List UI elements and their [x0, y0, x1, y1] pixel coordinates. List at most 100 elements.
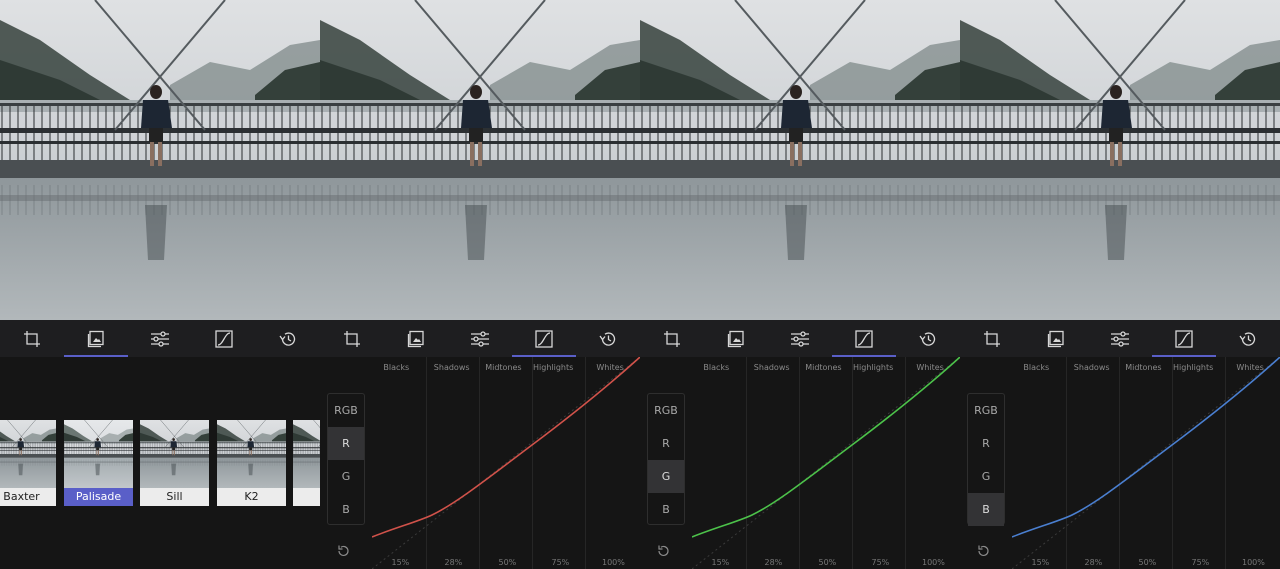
- tool-content: RGB R G B Blacks Shadows Midtones Highlights Whi…: [320, 357, 640, 569]
- filter-thumbnail-sill[interactable]: Sill: [140, 420, 209, 506]
- filters-panel: Baxter Palisade Sill K2: [0, 0, 320, 569]
- edit-toolbar: [320, 320, 640, 357]
- channel-rgb-button[interactable]: RGB: [648, 394, 684, 427]
- tone-curve-line[interactable]: [692, 357, 960, 538]
- tool-crop-button[interactable]: [960, 320, 1024, 357]
- filter-label: Sill: [140, 488, 209, 506]
- tool-curves-button[interactable]: [1152, 320, 1216, 357]
- tool-history-button[interactable]: [256, 320, 320, 357]
- tool-adjust-button[interactable]: [128, 320, 192, 357]
- tool-filters-button[interactable]: [384, 320, 448, 357]
- channel-g-button[interactable]: G: [968, 460, 1004, 493]
- edit-toolbar: [960, 320, 1280, 357]
- channel-rgb-button[interactable]: RGB: [328, 394, 364, 427]
- curves-panel-red: RGB R G B Blacks Shadows Midtones Highlights Whi…: [320, 0, 640, 569]
- filters-icon: [727, 330, 745, 348]
- curves-icon: [1175, 329, 1193, 348]
- tone-curve-plot: [372, 357, 640, 569]
- adjust-icon: [1110, 330, 1130, 348]
- tone-curve-line[interactable]: [372, 357, 640, 538]
- curve-baseline: [692, 357, 960, 569]
- curves-icon: [215, 329, 233, 348]
- filters-icon: [407, 330, 425, 348]
- reset-icon: [656, 543, 670, 562]
- filter-thumbnail-k2[interactable]: K2: [217, 420, 286, 506]
- photo-preview: [320, 0, 640, 320]
- curve-baseline: [372, 357, 640, 569]
- photo-preview: [960, 0, 1280, 320]
- filter-thumbnail-mc[interactable]: Mc: [293, 420, 320, 506]
- tool-crop-button[interactable]: [320, 320, 384, 357]
- filters-icon: [1047, 330, 1065, 348]
- tool-history-button[interactable]: [896, 320, 960, 357]
- crop-icon: [23, 330, 41, 348]
- channel-selector: RGB R G B: [967, 393, 1005, 526]
- curves-panel-blue: RGB R G B Blacks Shadows Midtones Highlights Whi…: [960, 0, 1280, 569]
- curve-editor[interactable]: Blacks Shadows Midtones Highlights Whites 15%…: [1012, 357, 1280, 569]
- edit-toolbar: [640, 320, 960, 357]
- filter-preview-image: [217, 420, 286, 488]
- reset-curve-button[interactable]: [976, 543, 990, 562]
- tool-curves-button[interactable]: [512, 320, 576, 357]
- channel-r-button[interactable]: R: [968, 427, 1004, 460]
- channel-selector: RGB R G B: [647, 393, 685, 525]
- tool-adjust-button[interactable]: [1088, 320, 1152, 357]
- crop-icon: [663, 330, 681, 348]
- history-icon: [278, 330, 298, 348]
- tool-curves-button[interactable]: [832, 320, 896, 357]
- curve-baseline: [1012, 357, 1280, 569]
- filter-strip: Baxter Palisade Sill K2: [0, 420, 320, 506]
- adjust-icon: [150, 330, 170, 348]
- photo-preview: [640, 0, 960, 320]
- tone-curve-plot: [1012, 357, 1280, 569]
- edit-toolbar: [0, 320, 320, 357]
- tone-curve-plot: [692, 357, 960, 569]
- history-icon: [1238, 330, 1258, 348]
- curve-editor[interactable]: Blacks Shadows Midtones Highlights Whites 15%…: [372, 357, 640, 569]
- reset-curve-button[interactable]: [336, 543, 350, 562]
- filter-label: K2: [217, 488, 286, 506]
- crop-icon: [983, 330, 1001, 348]
- filter-thumbnail-baxter[interactable]: Baxter: [0, 420, 56, 506]
- reset-icon: [336, 543, 350, 562]
- tool-adjust-button[interactable]: [448, 320, 512, 357]
- tool-history-button[interactable]: [576, 320, 640, 357]
- tool-crop-button[interactable]: [640, 320, 704, 357]
- tool-filters-button[interactable]: [1024, 320, 1088, 357]
- reset-curve-button[interactable]: [656, 543, 670, 562]
- channel-r-button[interactable]: R: [648, 427, 684, 460]
- tone-curve-line[interactable]: [1012, 357, 1280, 538]
- curves-icon: [535, 329, 553, 348]
- tool-filters-button[interactable]: [64, 320, 128, 357]
- channel-b-button[interactable]: B: [968, 493, 1004, 526]
- history-icon: [598, 330, 618, 348]
- filter-label: Mc: [293, 488, 320, 506]
- curve-editor[interactable]: Blacks Shadows Midtones Highlights Whites 15%…: [692, 357, 960, 569]
- channel-g-button[interactable]: G: [328, 460, 364, 493]
- filter-preview-image: [140, 420, 209, 488]
- channel-selector: RGB R G B: [327, 393, 365, 525]
- channel-rgb-button[interactable]: RGB: [968, 394, 1004, 427]
- adjust-icon: [470, 330, 490, 348]
- filter-preview-image: [64, 420, 133, 488]
- filter-preview-image: [0, 420, 56, 488]
- tool-curves-button[interactable]: [192, 320, 256, 357]
- history-icon: [918, 330, 938, 348]
- tool-content: RGB R G B Blacks Shadows Midtones Highlights Whi…: [960, 357, 1280, 569]
- channel-r-button[interactable]: R: [328, 427, 364, 460]
- reset-icon: [976, 543, 990, 562]
- curves-panel-green: RGB R G B Blacks Shadows Midtones Highlights Whi…: [640, 0, 960, 569]
- tool-content: Baxter Palisade Sill K2: [0, 357, 320, 569]
- crop-icon: [343, 330, 361, 348]
- tool-filters-button[interactable]: [704, 320, 768, 357]
- tool-adjust-button[interactable]: [768, 320, 832, 357]
- channel-b-button[interactable]: B: [328, 493, 364, 526]
- channel-g-button[interactable]: G: [648, 460, 684, 493]
- channel-b-button[interactable]: B: [648, 493, 684, 526]
- filter-thumbnail-palisade[interactable]: Palisade: [64, 420, 133, 506]
- tool-crop-button[interactable]: [0, 320, 64, 357]
- filter-preview-image: [293, 420, 320, 488]
- filter-label: Baxter: [0, 488, 56, 506]
- filter-label: Palisade: [64, 488, 133, 506]
- tool-history-button[interactable]: [1216, 320, 1280, 357]
